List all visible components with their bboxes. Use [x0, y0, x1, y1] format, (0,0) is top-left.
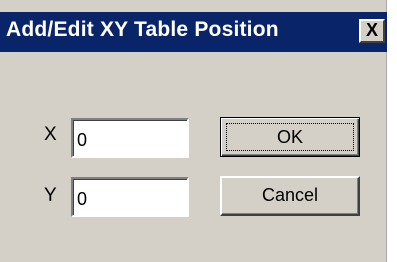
- x-label: X: [44, 124, 57, 145]
- y-label: Y: [44, 185, 57, 206]
- dialog-title: Add/Edit XY Table Position: [6, 18, 279, 41]
- cancel-button[interactable]: Cancel: [220, 176, 360, 216]
- ok-button-label: OK: [226, 123, 354, 151]
- x-field[interactable]: [71, 118, 189, 158]
- y-field[interactable]: [71, 177, 189, 217]
- close-icon[interactable]: X: [359, 19, 385, 43]
- ok-button[interactable]: OK: [220, 117, 360, 157]
- dialog-titlebar[interactable]: Add/Edit XY Table Position X: [0, 12, 387, 52]
- xy-position-dialog: Add/Edit XY Table Position X X Y OK Canc…: [0, 0, 387, 262]
